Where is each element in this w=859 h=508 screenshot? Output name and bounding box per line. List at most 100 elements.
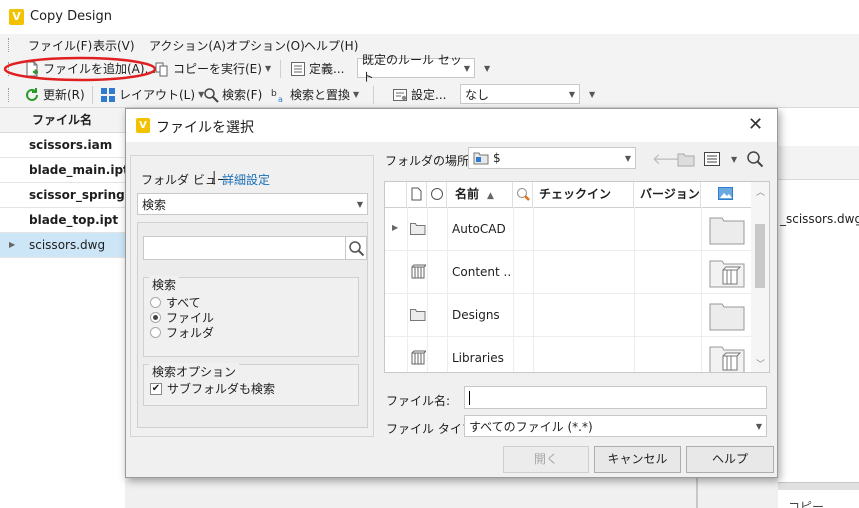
title-bar: V Copy Design (0, 0, 859, 34)
radio-circle (150, 327, 161, 338)
overflow-chevron-icon[interactable]: ▼ (589, 90, 595, 99)
library-thumbnail (709, 346, 745, 372)
search-icon (349, 241, 365, 257)
table-row[interactable]: Libraries (385, 337, 751, 372)
folder-thumbnail (709, 303, 745, 331)
col-version[interactable]: バージョン... (634, 182, 701, 207)
link-divider: | (212, 170, 217, 185)
file-list-header[interactable]: ファイル名 (0, 108, 125, 133)
copy-icon (155, 62, 168, 76)
list-item[interactable]: scissors.iam (0, 133, 125, 158)
col-name[interactable]: 名前 ▲ (447, 182, 513, 207)
rule-set-select[interactable]: 既定のルール セット ▼ (357, 53, 475, 84)
menu-options[interactable]: オプション(O) (226, 37, 305, 54)
rule-set-value: 既定のルール セット (362, 53, 462, 84)
menu-action[interactable]: アクション(A) (149, 37, 226, 54)
table-row[interactable]: ▶ AutoCAD (385, 208, 751, 251)
refresh-button[interactable]: 更新(R) (24, 86, 85, 103)
right-panel-item[interactable]: _scissors.dwg (780, 212, 859, 226)
status-circle-icon (431, 188, 443, 200)
refresh-icon (26, 87, 38, 101)
list-item[interactable]: blade_main.ipt (0, 158, 125, 183)
search-mode-select[interactable]: 検索 ▼ (137, 193, 368, 215)
help-button[interactable]: ヘルプ (686, 446, 774, 473)
app-logo-icon: V (136, 118, 150, 133)
col-checkin-label: チェックイン (539, 187, 612, 201)
image-icon (718, 187, 733, 200)
scroll-up-icon[interactable]: ︿ (756, 185, 765, 198)
define-button[interactable]: 定義... (290, 60, 344, 77)
table-row[interactable]: Designs (385, 294, 751, 337)
open-button[interactable]: 開く (503, 446, 589, 473)
checkbox-checked-icon: ✔ (150, 382, 162, 395)
advanced-settings-link[interactable]: 詳細設定 (222, 171, 270, 188)
search-label: 検索(F) (222, 88, 263, 102)
run-copy-button[interactable]: コピーを実行(E) ▼ (154, 60, 271, 77)
main-panel-border (696, 478, 698, 508)
toolbar-separator (373, 86, 374, 104)
right-panel-scroll (778, 482, 859, 490)
filename-input[interactable] (464, 386, 767, 409)
window-title: Copy Design (30, 9, 112, 24)
right-panel: _scissors.dwg コピー (778, 108, 859, 508)
search-button[interactable]: 検索(F) (203, 86, 262, 103)
search-mode-value: 検索 (142, 197, 167, 212)
up-folder-icon[interactable] (677, 151, 695, 167)
filetype-select[interactable]: すべてのファイル (*.*) ▼ (464, 415, 767, 437)
chevron-down-icon: ▼ (755, 421, 762, 431)
settings-icon (393, 88, 407, 101)
row-name: AutoCAD (452, 222, 506, 236)
search-input[interactable] (143, 236, 346, 260)
view-mode-icon[interactable] (704, 152, 720, 166)
menu-help[interactable]: ヘルプ(H) (304, 37, 358, 54)
scroll-down-icon[interactable]: ﹀ (756, 357, 765, 370)
col-type[interactable] (407, 182, 427, 207)
folder-thumbnail (709, 217, 745, 245)
search-icon (204, 87, 219, 103)
svg-text:b: b (271, 89, 277, 99)
col-status[interactable] (427, 182, 447, 207)
view-mode-chevron-icon[interactable]: ▼ (731, 155, 737, 164)
search-replace-button[interactable]: ba 検索と置換 ▼ (271, 86, 359, 103)
none-select[interactable]: なし ▼ (460, 84, 580, 104)
overflow-chevron-icon[interactable]: ▼ (484, 64, 490, 73)
table-row[interactable]: Content ... (385, 251, 751, 294)
folder-icon (410, 309, 426, 321)
include-subfolders-checkbox[interactable]: ✔ サブフォルダも検索 (150, 380, 275, 397)
include-subfolders-label: サブフォルダも検索 (167, 382, 276, 396)
svg-text:a: a (278, 95, 283, 103)
location-select[interactable]: $ ▼ (468, 147, 636, 169)
layout-button[interactable]: レイアウト(L) ▼ (100, 86, 204, 103)
col-checkout[interactable] (513, 182, 533, 207)
folder-icon (410, 223, 426, 235)
cancel-button[interactable]: キャンセル (594, 446, 681, 473)
col-checkin[interactable]: チェックイン (533, 182, 634, 207)
refresh-label: 更新(R) (43, 88, 85, 102)
toolbar-separator (92, 86, 93, 104)
list-item[interactable]: scissor_spring.ipt (0, 183, 125, 208)
run-copy-label: コピーを実行(E) (173, 62, 262, 76)
radio-folder[interactable]: フォルダ (150, 324, 214, 341)
chevron-down-icon[interactable]: ▼ (265, 64, 271, 73)
highlight-oval (3, 56, 157, 82)
list-item-selected[interactable]: scissors.dwg (0, 233, 125, 258)
list-item[interactable]: blade_top.ipt (0, 208, 125, 233)
scroll-thumb[interactable] (755, 224, 765, 288)
options-group-label: 検索オプション (149, 363, 240, 380)
close-icon[interactable]: ✕ (748, 114, 763, 135)
expand-row-icon[interactable]: ▶ (392, 223, 398, 232)
toolbar-secondary: 更新(R) レイアウト(L) ▼ 検索(F) ba 検索と置換 ▼ 設定... … (0, 82, 859, 108)
search-icon[interactable] (746, 150, 764, 168)
col-thumbnail[interactable] (701, 182, 751, 207)
location-current: $ (473, 151, 501, 165)
col-name-label: 名前 (455, 187, 480, 201)
file-list: ファイル名 scissors.iam blade_main.ipt scisso… (0, 108, 125, 508)
radio-folder-label: フォルダ (166, 326, 215, 340)
settings-button[interactable]: 設定... (392, 86, 446, 103)
grid-scrollbar[interactable]: ︿ ﹀ (751, 182, 769, 372)
search-go-button[interactable] (345, 236, 367, 260)
menu-view[interactable]: 表示(V) (93, 37, 135, 54)
menu-file[interactable]: ファイル(F) (28, 37, 92, 54)
row-expander-icon[interactable]: ▶ (9, 240, 15, 249)
vault-folder-icon (473, 152, 489, 165)
